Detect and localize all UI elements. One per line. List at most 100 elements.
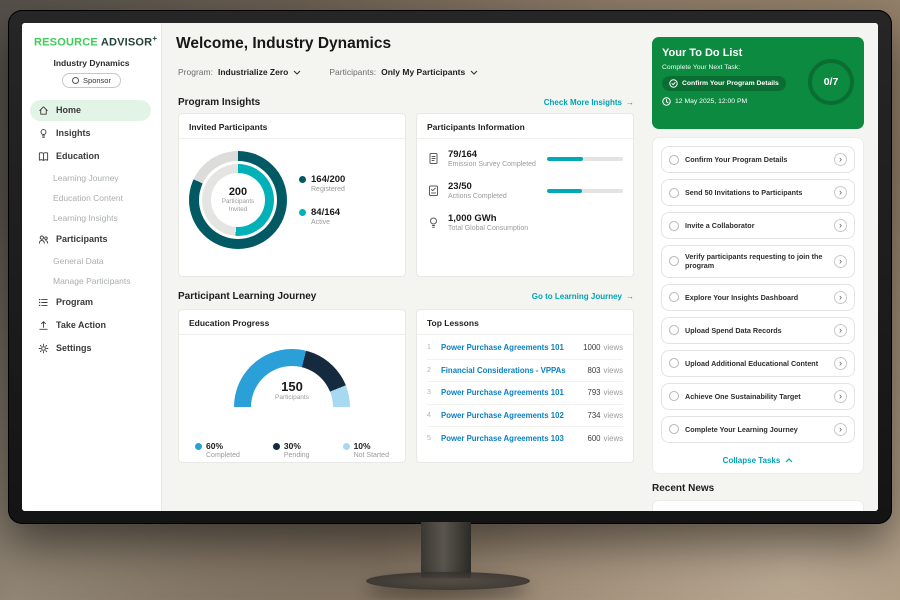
legend-registered: 164/200 Registered bbox=[299, 174, 345, 193]
learning-journey-header: Participant Learning Journey Go to Learn… bbox=[178, 291, 634, 302]
task-row-explore-insights[interactable]: Explore Your Insights Dashboard › bbox=[661, 284, 855, 311]
task-row-upload-spend-data[interactable]: Upload Spend Data Records › bbox=[661, 317, 855, 344]
top-lessons-card: Top Lessons 1 Power Purchase Agreements … bbox=[416, 309, 634, 463]
participants-filter-label: Participants: bbox=[329, 67, 376, 77]
task-checkbox[interactable] bbox=[669, 424, 679, 434]
gauge-center-label: 150 Participants bbox=[179, 379, 405, 401]
lightbulb-icon bbox=[38, 128, 49, 139]
page-title: Welcome, Industry Dynamics bbox=[176, 35, 391, 53]
participants-filter-value: Only My Participants bbox=[381, 67, 465, 77]
todo-panel: Your To Do List Complete Your Next Task:… bbox=[652, 37, 864, 511]
legend-not-started: 10% Not Started bbox=[343, 441, 389, 459]
metric-row-emission-survey: 79/164 Emission Survey Completed bbox=[427, 149, 623, 168]
task-checkbox[interactable] bbox=[669, 221, 679, 231]
org-name: Industry Dynamics bbox=[22, 58, 161, 68]
task-checkbox[interactable] bbox=[669, 155, 679, 165]
sidebar-item-insights[interactable]: Insights bbox=[30, 123, 151, 144]
lesson-row: 2 Financial Considerations - VPPAs 803vi… bbox=[427, 360, 623, 383]
todo-hero-card: Your To Do List Complete Your Next Task:… bbox=[652, 37, 864, 129]
metric-row-actions: 23/50 Actions Completed bbox=[427, 181, 623, 200]
sidebar-item-settings[interactable]: Settings bbox=[30, 338, 151, 359]
participants-filter-dropdown[interactable]: Participants: Only My Participants bbox=[329, 67, 478, 77]
chevron-right-icon[interactable]: › bbox=[834, 291, 847, 304]
sidebar-item-label: Settings bbox=[56, 343, 92, 353]
program-insights-header: Program Insights Check More Insights → bbox=[178, 97, 634, 108]
task-checkbox[interactable] bbox=[669, 188, 679, 198]
clock-icon bbox=[662, 97, 671, 106]
task-checkbox[interactable] bbox=[669, 325, 679, 335]
sidebar-item-participants[interactable]: Participants bbox=[30, 229, 151, 250]
legend-dot bbox=[195, 443, 202, 450]
chevron-right-icon[interactable]: › bbox=[834, 390, 847, 403]
sidebar-item-take-action[interactable]: Take Action bbox=[30, 315, 151, 336]
chevron-right-icon[interactable]: › bbox=[834, 324, 847, 337]
emission-survey-progress-bar bbox=[547, 157, 623, 161]
chevron-right-icon[interactable]: › bbox=[834, 255, 847, 268]
lesson-link[interactable]: Power Purchase Agreements 101 bbox=[441, 343, 564, 352]
survey-icon bbox=[427, 152, 440, 165]
legend-active: 84/164 Active bbox=[299, 207, 345, 226]
next-task-pill[interactable]: Confirm Your Program Details bbox=[662, 76, 786, 91]
lesson-link[interactable]: Power Purchase Agreements 103 bbox=[441, 434, 564, 443]
task-row-send-invitations[interactable]: Send 50 Invitations to Participants › bbox=[661, 179, 855, 206]
task-checkbox[interactable] bbox=[669, 358, 679, 368]
go-to-learning-journey-link[interactable]: Go to Learning Journey → bbox=[532, 292, 634, 301]
chevron-right-icon[interactable]: › bbox=[834, 357, 847, 370]
check-more-insights-link[interactable]: Check More Insights → bbox=[544, 98, 634, 107]
sidebar-item-label: Take Action bbox=[56, 320, 106, 330]
donut-center-label: 200 Participants Invited bbox=[189, 151, 287, 249]
sidebar-item-learning-journey[interactable]: Learning Journey bbox=[22, 169, 161, 187]
sidebar-item-learning-insights[interactable]: Learning Insights bbox=[22, 209, 161, 227]
lesson-row: 3 Power Purchase Agreements 101 793views bbox=[427, 382, 623, 405]
sidebar: RESOURCE ADVISOR+ Industry Dynamics Spon… bbox=[22, 23, 162, 511]
program-filter-dropdown[interactable]: Program: Industrialize Zero bbox=[178, 67, 301, 77]
legend-dot bbox=[273, 443, 280, 450]
legend-dot bbox=[343, 443, 350, 450]
donut-legend: 164/200 Registered 84/164 Active bbox=[299, 174, 345, 226]
task-row-invite-collaborator[interactable]: Invite a Collaborator › bbox=[661, 212, 855, 239]
chevron-right-icon[interactable]: › bbox=[834, 186, 847, 199]
arrow-right-icon: → bbox=[626, 98, 634, 107]
task-row-upload-educational-content[interactable]: Upload Additional Educational Content › bbox=[661, 350, 855, 377]
sidebar-item-manage-participants[interactable]: Manage Participants bbox=[22, 272, 161, 290]
task-checkbox[interactable] bbox=[669, 391, 679, 401]
collapse-tasks-link[interactable]: Collapse Tasks bbox=[661, 456, 855, 465]
brand-plus: + bbox=[152, 34, 157, 43]
chevron-right-icon[interactable]: › bbox=[834, 153, 847, 166]
task-row-achieve-target[interactable]: Achieve One Sustainability Target › bbox=[661, 383, 855, 410]
card-title: Education Progress bbox=[179, 310, 405, 335]
sidebar-item-general-data[interactable]: General Data bbox=[22, 252, 161, 270]
chevron-right-icon[interactable]: › bbox=[834, 219, 847, 232]
main-content: Welcome, Industry Dynamics Program: Indu… bbox=[162, 23, 878, 511]
sidebar-item-education[interactable]: Education bbox=[30, 146, 151, 167]
lesson-link[interactable]: Power Purchase Agreements 101 bbox=[441, 388, 564, 397]
task-checkbox[interactable] bbox=[669, 256, 679, 266]
task-checkbox[interactable] bbox=[669, 292, 679, 302]
invited-participants-donut-chart: 200 Participants Invited bbox=[189, 151, 287, 249]
sponsor-icon bbox=[72, 77, 79, 84]
sidebar-item-education-content[interactable]: Education Content bbox=[22, 189, 161, 207]
sidebar-item-label: Insights bbox=[56, 128, 91, 138]
card-title: Participants Information bbox=[417, 114, 633, 139]
people-icon bbox=[38, 234, 49, 245]
lesson-row: 4 Power Purchase Agreements 102 734views bbox=[427, 405, 623, 428]
invited-participants-card: Invited Participants 200 Participants In… bbox=[178, 113, 406, 277]
gauge-legend: 60% Completed 30% Pending bbox=[179, 437, 405, 459]
sidebar-item-label: Program bbox=[56, 297, 93, 307]
task-row-complete-learning-journey[interactable]: Complete Your Learning Journey › bbox=[661, 416, 855, 443]
chevron-right-icon[interactable]: › bbox=[834, 423, 847, 436]
legend-dot bbox=[299, 176, 306, 183]
lesson-link[interactable]: Power Purchase Agreements 102 bbox=[441, 411, 564, 420]
task-row-verify-participants[interactable]: Verify participants requesting to join t… bbox=[661, 245, 855, 278]
monitor-stand-base bbox=[366, 572, 530, 590]
legend-dot bbox=[299, 209, 306, 216]
recent-news-card bbox=[652, 500, 864, 511]
check-icon bbox=[669, 79, 678, 88]
program-filter-value: Industrialize Zero bbox=[218, 67, 288, 77]
sidebar-item-program[interactable]: Program bbox=[30, 292, 151, 313]
sidebar-item-home[interactable]: Home bbox=[30, 100, 151, 121]
sidebar-nav: Home Insights Education Learning Journey… bbox=[22, 100, 161, 359]
task-row-confirm-program[interactable]: Confirm Your Program Details › bbox=[661, 146, 855, 173]
book-icon bbox=[38, 151, 49, 162]
lesson-link[interactable]: Financial Considerations - VPPAs bbox=[441, 366, 566, 375]
